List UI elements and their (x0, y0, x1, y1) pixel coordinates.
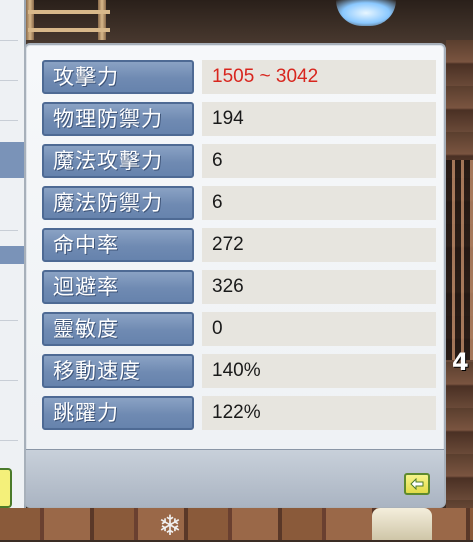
stat-label: 移動速度 (42, 354, 194, 388)
stat-row-jump: 跳躍力 122% (42, 394, 438, 436)
stat-row-magic-defense: 魔法防禦力 6 (42, 184, 438, 226)
stat-label: 攻擊力 (42, 60, 194, 94)
left-window-edge (0, 0, 26, 508)
stat-label: 魔法防禦力 (42, 186, 194, 220)
stat-value: 140% (202, 354, 436, 388)
background-glow (336, 0, 396, 26)
background-bottom: ❄ (0, 508, 473, 540)
left-window-button[interactable] (0, 468, 12, 508)
stat-value: 272 (202, 228, 436, 262)
stat-value: 326 (202, 270, 436, 304)
background-right (446, 40, 473, 540)
stat-label: 命中率 (42, 228, 194, 262)
snowflake-icon: ❄ (158, 509, 182, 542)
stat-list: 攻擊力 1505 ~ 3042 物理防禦力 194 魔法攻擊力 6 魔法防禦力 … (42, 58, 438, 436)
stat-row-hands: 靈敏度 0 (42, 310, 438, 352)
background-rail (98, 0, 106, 40)
left-window-segment (0, 340, 18, 381)
left-window-segment (0, 400, 18, 441)
stat-value: 6 (202, 144, 436, 178)
background-top (0, 0, 473, 46)
left-window-tab (0, 246, 24, 264)
stat-window-footer (26, 449, 444, 507)
stat-label: 魔法攻擊力 (42, 144, 194, 178)
left-window-segment (0, 280, 18, 321)
background-bar (28, 28, 110, 32)
stat-label: 跳躍力 (42, 396, 194, 430)
left-window-segment (0, 40, 18, 81)
stat-row-accuracy: 命中率 272 (42, 226, 438, 268)
stat-label: 靈敏度 (42, 312, 194, 346)
arrow-left-icon (410, 478, 424, 490)
background-figure (372, 508, 432, 540)
left-window-segment (0, 190, 18, 231)
left-window-segment (0, 80, 18, 121)
stat-label: 迴避率 (42, 270, 194, 304)
background-number: 4 (452, 348, 469, 376)
background-rail (26, 0, 34, 40)
left-window-tab (0, 142, 24, 178)
background-bar (28, 10, 110, 14)
stat-value: 194 (202, 102, 436, 136)
stat-row-magic-attack: 魔法攻擊力 6 (42, 142, 438, 184)
stat-row-attack: 攻擊力 1505 ~ 3042 (42, 58, 438, 100)
back-button[interactable] (404, 473, 430, 495)
background-stripe (446, 160, 473, 360)
stat-value: 1505 ~ 3042 (202, 60, 436, 94)
stat-label: 物理防禦力 (42, 102, 194, 136)
stat-row-avoidability: 迴避率 326 (42, 268, 438, 310)
left-window-segment (0, 0, 18, 41)
stat-row-physical-defense: 物理防禦力 194 (42, 100, 438, 142)
stat-value: 122% (202, 396, 436, 430)
stat-detail-window: 攻擊力 1505 ~ 3042 物理防禦力 194 魔法攻擊力 6 魔法防禦力 … (24, 43, 446, 508)
stat-row-speed: 移動速度 140% (42, 352, 438, 394)
stat-value: 0 (202, 312, 436, 346)
stat-value: 6 (202, 186, 436, 220)
